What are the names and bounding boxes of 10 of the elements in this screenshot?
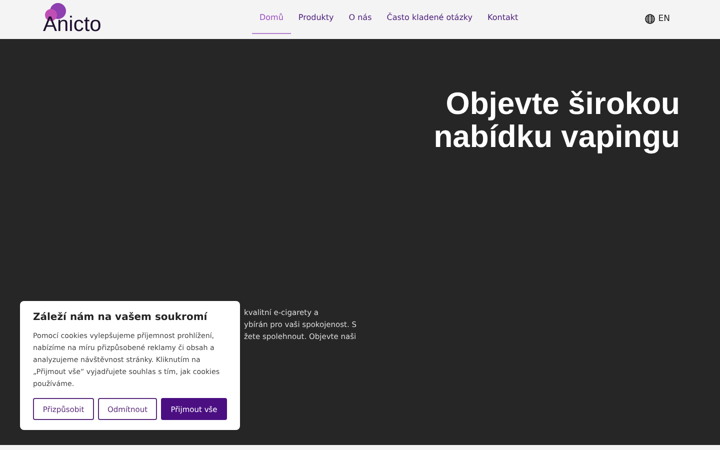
dialog-title: Záleží nám na vašem soukromí	[33, 312, 208, 323]
logo-text[interactable]: Anicto	[43, 13, 102, 37]
nav-link[interactable]: Domů	[252, 1, 291, 34]
hero-heading: Objevte širokou nabídku vapingu	[432, 87, 680, 153]
nav-link[interactable]: Kontakt	[480, 1, 526, 34]
language-link[interactable]: EN	[658, 14, 670, 24]
nav-link[interactable]: Často kladené otázky	[379, 1, 480, 34]
nav-link[interactable]: Produkty	[290, 1, 342, 34]
nav-link[interactable]: O nás	[341, 1, 380, 34]
globe-icon	[645, 14, 656, 24]
